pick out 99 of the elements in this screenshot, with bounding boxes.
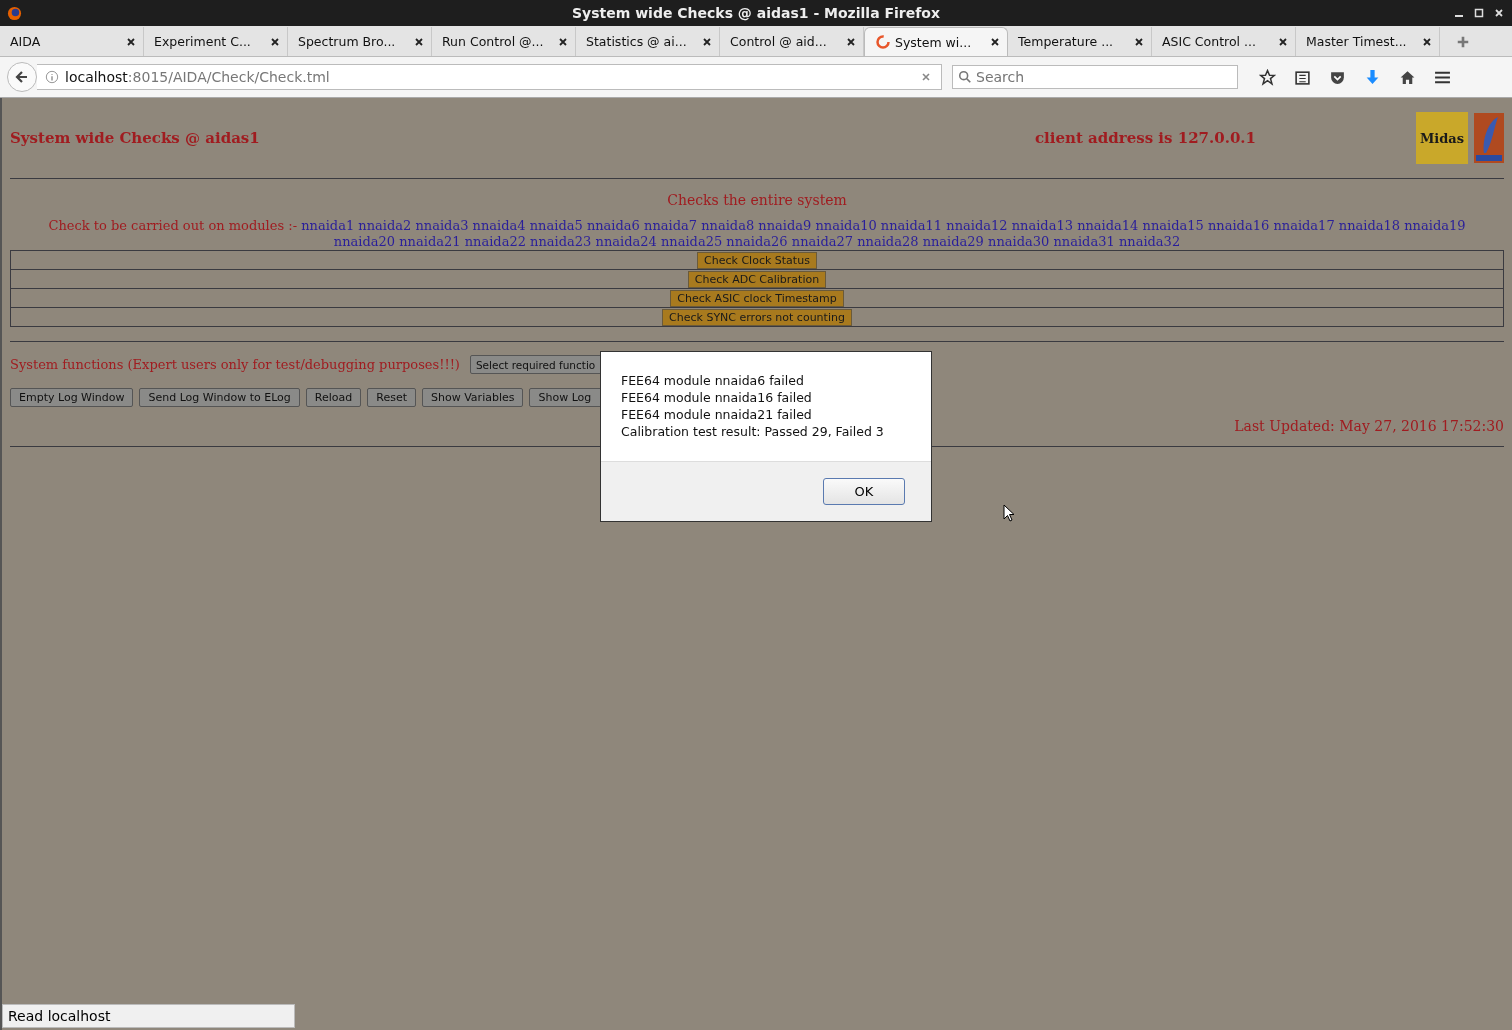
module-link[interactable]: nnaida30 [988,234,1050,249]
check-button[interactable]: Check ADC Calibration [687,270,827,288]
close-icon[interactable] [558,36,568,47]
action-button[interactable]: Reset [367,388,416,407]
feather-logo-icon [1474,113,1504,163]
browser-tab[interactable]: ASIC Control ... [1152,27,1296,56]
check-button[interactable]: Check ASIC clock Timestamp [670,289,844,307]
tab-label: Master Timest... [1306,34,1408,49]
dialog-message: FEE64 module nnaida21 failed [621,406,813,423]
home-icon[interactable] [1399,68,1416,86]
module-link[interactable]: nnaida8 [701,218,755,233]
close-icon[interactable] [414,36,424,47]
module-link[interactable]: nnaida20 [333,234,396,249]
logo-text: Midas [1419,130,1465,146]
check-button[interactable]: Check Clock Status [697,251,817,269]
modules-label: Check to be carried out on modules :- [48,218,298,233]
tab-label: Temperature ... [1018,34,1115,49]
module-link[interactable]: nnaida3 [415,218,469,233]
address-field[interactable]: localhost:8015/AIDA/Check/Check.tml [37,64,942,90]
module-link[interactable]: nnaida5 [529,218,583,233]
module-link[interactable]: nnaida2 [358,218,412,233]
module-link[interactable]: nnaida1 [301,218,355,233]
close-icon[interactable] [846,36,856,47]
browser-tab[interactable]: Experiment C... [144,27,288,56]
mouse-cursor-icon [1003,504,1015,522]
module-link[interactable]: nnaida22 [464,234,526,249]
module-link[interactable]: nnaida26 [726,234,788,249]
module-link[interactable]: nnaida18 [1338,218,1401,233]
module-link[interactable]: nnaida17 [1273,218,1335,233]
close-icon[interactable] [1422,36,1432,47]
tab-label: Run Control @... [442,34,545,49]
module-link[interactable]: nnaida13 [1011,218,1073,233]
search-field[interactable]: Search [952,65,1238,89]
tab-label: ASIC Control ... [1162,34,1257,49]
star-icon[interactable] [1259,68,1276,86]
close-icon[interactable] [126,36,136,47]
check-button[interactable]: Check SYNC errors not counting [662,308,852,326]
module-link[interactable]: nnaida32 [1118,234,1181,249]
dialog-message: FEE64 module nnaida6 failed [621,372,805,389]
status-bar: Read localhost [2,1004,295,1028]
module-link[interactable]: nnaida27 [791,234,854,249]
system-functions-label: System functions (Expert users only for test/debugging purposes!!!) [10,357,460,372]
module-link[interactable]: nnaida10 [815,218,877,233]
tab-label: Statistics @ ai... [586,34,688,49]
client-address: client address is 127.0.0.1 [1034,129,1256,147]
tab-label: Spectrum Bro... [298,34,397,49]
browser-tab[interactable]: Run Control @... [432,27,576,56]
module-link[interactable]: nnaida12 [946,218,1008,233]
module-link[interactable]: nnaida25 [660,234,723,249]
back-button[interactable] [7,62,37,92]
browser-tab[interactable]: System wi... [864,27,1008,56]
browser-tab[interactable]: Master Timest... [1296,27,1440,56]
module-link[interactable]: nnaida24 [595,234,657,249]
maximize-icon[interactable] [1474,8,1484,18]
tab-label: AIDA [10,34,42,49]
page-subtitle: Checks the entire system [666,192,848,208]
page-title: System wide Checks @ aidas1 [10,129,260,147]
browser-logo-icon [7,5,22,21]
browser-tab[interactable]: Spectrum Bro... [288,27,432,56]
reading-list-icon[interactable] [1294,68,1311,86]
tab-label: Control @ aid... [730,34,828,49]
action-button[interactable]: Empty Log Window [10,388,134,407]
new-tab-icon[interactable] [1456,35,1470,49]
module-link[interactable]: nnaida4 [472,218,526,233]
module-link[interactable]: nnaida15 [1142,218,1204,233]
close-icon[interactable] [702,36,712,47]
tab-label: System wi... [895,34,973,50]
close-icon[interactable] [1134,36,1144,47]
module-link[interactable]: nnaida28 [857,234,919,249]
browser-tab[interactable]: AIDA [0,27,144,56]
module-link[interactable]: nnaida29 [922,234,984,249]
last-updated: Last Updated: May 27, 2016 17:52:30 [1234,418,1504,434]
module-link[interactable]: nnaida16 [1207,218,1270,233]
info-icon [45,70,59,84]
module-link[interactable]: nnaida21 [399,234,461,249]
url-text: localhost:8015/AIDA/Check/Check.tml [65,69,331,85]
module-link[interactable]: nnaida9 [758,218,812,233]
ok-button[interactable]: OK [823,478,905,505]
action-button[interactable]: Reload [305,388,362,407]
search-icon [958,70,972,84]
module-link[interactable]: nnaida7 [644,218,697,233]
action-button[interactable]: Send Log Window to ELog [139,388,300,407]
module-link[interactable]: nnaida6 [586,218,640,233]
module-link[interactable]: nnaida19 [1404,218,1466,233]
window-title: System wide Checks @ aidas1 - Mozilla Firefox [571,5,941,21]
module-link[interactable]: nnaida11 [880,218,943,233]
dialog-message: Calibration test result: Passed 29, Failed 3 [621,423,885,440]
action-button[interactable]: Show Variables [422,388,524,407]
module-link[interactable]: nnaida31 [1053,234,1115,249]
clear-icon[interactable] [921,72,931,82]
close-icon[interactable] [990,37,1000,47]
close-icon[interactable] [1278,36,1288,47]
browser-tab[interactable]: Temperature ... [1008,27,1152,56]
back-arrow-icon [14,69,30,85]
tab-label: Experiment C... [154,34,252,49]
module-link[interactable]: nnaida23 [530,234,592,249]
browser-tab[interactable]: Statistics @ ai... [576,27,720,56]
close-icon[interactable] [270,36,280,47]
module-link[interactable]: nnaida14 [1077,218,1139,233]
